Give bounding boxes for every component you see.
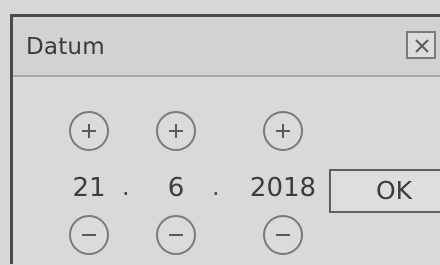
close-icon (415, 39, 429, 53)
screen: Datum 21 . 6 . 2018 OK (0, 0, 440, 265)
year-value: 2018 (249, 173, 317, 203)
dialog-titlebar: Datum (13, 17, 440, 77)
date-separator: . (212, 173, 220, 201)
date-separator: . (122, 173, 130, 201)
minus-icon (169, 234, 183, 236)
month-increment-button[interactable] (156, 111, 196, 151)
ok-button[interactable]: OK (329, 169, 440, 213)
plus-icon (169, 124, 183, 138)
year-decrement-button[interactable] (263, 215, 303, 255)
date-dialog: Datum 21 . 6 . 2018 OK (10, 14, 440, 265)
minus-icon (82, 234, 96, 236)
day-value: 21 (72, 173, 106, 203)
minus-icon (276, 234, 290, 236)
year-increment-button[interactable] (263, 111, 303, 151)
dialog-body: 21 . 6 . 2018 OK (13, 77, 440, 265)
plus-icon (276, 124, 290, 138)
plus-icon (82, 124, 96, 138)
day-decrement-button[interactable] (69, 215, 109, 255)
dialog-title: Datum (26, 34, 105, 60)
close-button[interactable] (406, 31, 436, 59)
month-decrement-button[interactable] (156, 215, 196, 255)
day-increment-button[interactable] (69, 111, 109, 151)
month-value: 6 (167, 173, 185, 203)
